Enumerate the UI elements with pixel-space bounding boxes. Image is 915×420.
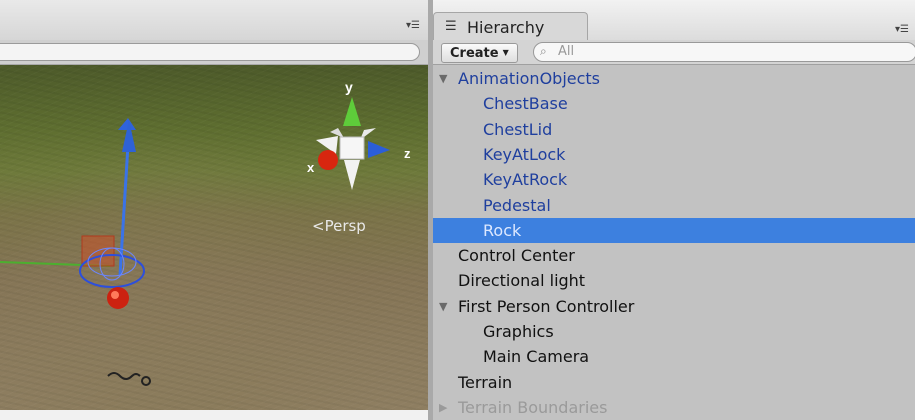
- hierarchy-item-label: ChestBase: [483, 94, 568, 114]
- hierarchy-item-label: AnimationObjects: [458, 69, 601, 88]
- hierarchy-item-label: KeyAtRock: [483, 170, 568, 190]
- hierarchy-item-label: Pedestal: [483, 195, 551, 215]
- svg-text:z: z: [404, 146, 411, 161]
- hierarchy-list-icon: ☰: [445, 19, 457, 34]
- hierarchy-row[interactable]: Terrain: [433, 370, 915, 395]
- tab-hierarchy-label: Hierarchy: [467, 18, 545, 37]
- hierarchy-row[interactable]: Pedestal: [433, 193, 915, 218]
- orientation-gizmo[interactable]: y x z: [307, 79, 411, 190]
- hierarchy-item-label: First Person Controller: [458, 296, 635, 316]
- key-object-icon[interactable]: [107, 372, 151, 386]
- hierarchy-row[interactable]: ▼ AnimationObjects: [433, 66, 915, 91]
- hierarchy-row[interactable]: ChestLid: [433, 117, 915, 142]
- create-dropdown[interactable]: Create ▼: [441, 43, 518, 63]
- hierarchy-item-label: Directional light: [458, 271, 586, 291]
- search-icon: ⌕: [540, 44, 547, 58]
- hierarchy-item-label: KeyAtLock: [483, 144, 566, 164]
- hierarchy-row[interactable]: Graphics: [433, 319, 915, 344]
- hierarchy-row[interactable]: Control Center: [433, 243, 915, 268]
- hierarchy-item-label: Graphics: [483, 322, 554, 341]
- scene-panel: ▾☰ <Persp y x z: [0, 0, 428, 420]
- scene-gizmos: y x z: [0, 79, 411, 386]
- hierarchy-row[interactable]: ▼ First Person Controller: [433, 294, 915, 319]
- expanded-arrow-icon[interactable]: ▼: [439, 300, 447, 313]
- hierarchy-row[interactable]: KeyAtRock: [433, 167, 915, 192]
- hierarchy-item-label: Terrain: [458, 372, 513, 392]
- editor-window: ▾☰ <Persp y x z ☰ Hierarchy ▾☰ Create ▼ …: [0, 0, 915, 420]
- hierarchy-row[interactable]: ▶ Terrain Boundaries: [433, 395, 915, 420]
- move-gizmo[interactable]: [0, 118, 136, 276]
- hierarchy-search-input[interactable]: ⌕ All: [533, 42, 915, 62]
- hierarchy-item-label: Main Camera: [483, 347, 590, 367]
- hierarchy-row[interactable]: Main Camera: [433, 344, 915, 369]
- hierarchy-row[interactable]: ChestBase: [433, 91, 915, 116]
- hierarchy-item-label: Rock: [483, 220, 522, 240]
- svg-text:y: y: [345, 79, 353, 95]
- collapsed-arrow-icon[interactable]: ▶: [439, 401, 447, 414]
- hierarchy-toolbar: Create ▼ ⌕ All: [433, 40, 915, 65]
- panel-menu-icon[interactable]: ▾☰: [895, 24, 909, 35]
- tab-hierarchy[interactable]: ☰ Hierarchy: [433, 12, 588, 41]
- hierarchy-item-label: ChestLid: [483, 119, 553, 139]
- expanded-arrow-icon[interactable]: ▼: [439, 72, 447, 85]
- hierarchy-item-label: Control Center: [458, 246, 575, 266]
- hierarchy-panel: ☰ Hierarchy ▾☰ Create ▼ ⌕ All ▼ AnimationO…: [433, 0, 915, 420]
- hierarchy-row[interactable]: Rock: [433, 217, 915, 243]
- dropdown-arrow-icon: ▼: [502, 48, 509, 57]
- svg-text:x: x: [307, 160, 315, 175]
- hierarchy-item-label: Terrain Boundaries: [458, 397, 608, 417]
- hierarchy-row[interactable]: KeyAtLock: [433, 142, 915, 167]
- hierarchy-row[interactable]: Directional light: [433, 268, 915, 293]
- hierarchy-tab-bar: ☰ Hierarchy ▾☰: [433, 0, 915, 41]
